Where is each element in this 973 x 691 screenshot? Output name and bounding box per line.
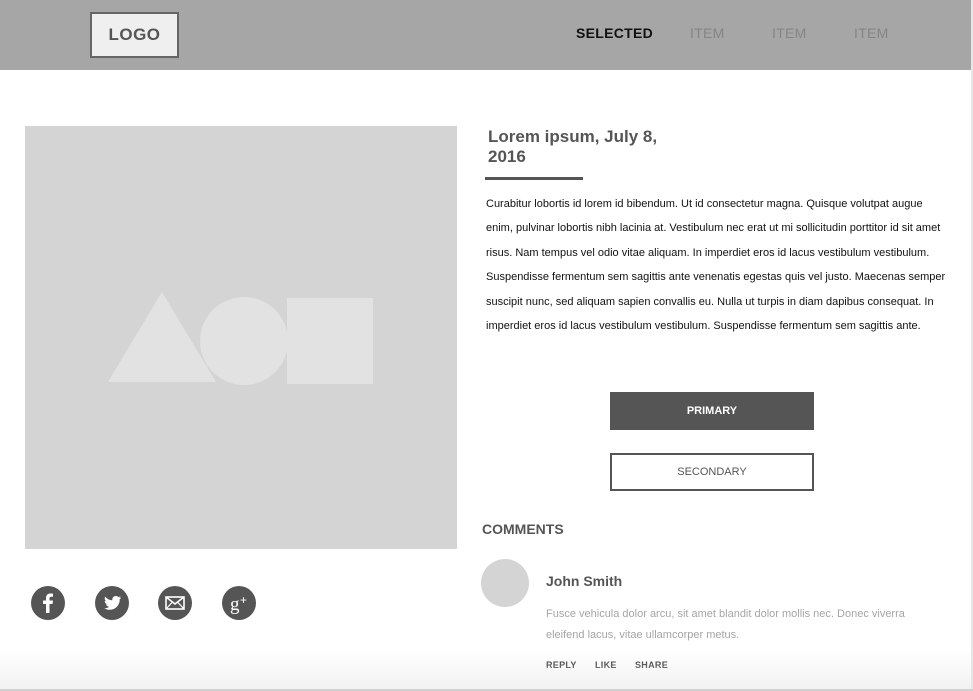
image-placeholder-icon [108, 292, 373, 385]
svg-text:g: g [230, 594, 240, 615]
nav-item-3[interactable]: ITEM [854, 25, 889, 41]
comment-author: John Smith [546, 573, 623, 589]
primary-button[interactable]: PRIMARY [610, 392, 814, 430]
logo[interactable]: LOGO [90, 12, 179, 58]
nav-item-1[interactable]: ITEM [690, 25, 725, 41]
email-share-button[interactable] [158, 586, 192, 620]
twitter-share-button[interactable] [95, 586, 129, 620]
google-plus-icon: g + [230, 593, 247, 615]
avatar [481, 559, 529, 607]
share-link[interactable]: SHARE [635, 660, 668, 670]
bottom-fade [0, 650, 971, 691]
nav-item-2[interactable]: ITEM [772, 25, 807, 41]
facebook-share-button[interactable] [31, 586, 65, 620]
comment-text: Fusce vehicula dolor arcu, sit amet blan… [546, 608, 905, 641]
svg-text:+: + [240, 593, 247, 607]
like-link[interactable]: LIKE [595, 660, 617, 670]
hero-image-placeholder [25, 126, 457, 549]
twitter-icon [104, 596, 121, 610]
article-body: Curabitur lobortis id lorem id bibendum.… [486, 198, 946, 333]
top-header: LOGO SELECTED ITEM ITEM ITEM [0, 0, 971, 70]
title-underline [485, 177, 583, 180]
secondary-button[interactable]: SECONDARY [610, 453, 814, 491]
comments-heading: COMMENTS [482, 521, 564, 537]
article-title: Lorem ipsum, July 8, 2016 [488, 127, 658, 166]
nav-item-selected[interactable]: SELECTED [576, 25, 653, 41]
google-plus-share-button[interactable]: g + [222, 586, 256, 620]
email-icon [165, 596, 185, 610]
facebook-icon [43, 593, 53, 613]
reply-link[interactable]: REPLY [546, 660, 577, 670]
